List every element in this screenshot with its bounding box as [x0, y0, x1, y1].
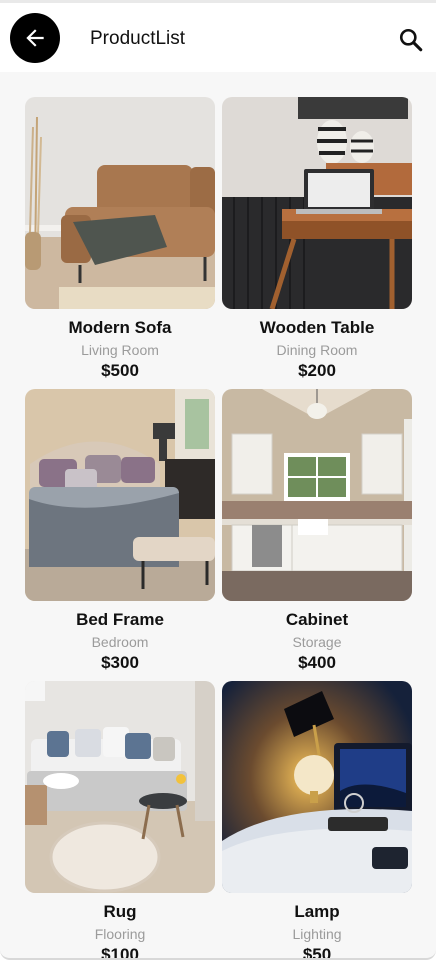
product-price: $300 — [101, 653, 139, 672]
product-card-modern-sofa[interactable]: Modern Sofa Living Room $500 — [25, 97, 215, 381]
product-card-wooden-table[interactable]: Wooden Table Dining Room $200 — [222, 97, 412, 381]
product-category: Lighting — [292, 926, 342, 942]
product-category: Dining Room — [276, 342, 358, 358]
product-image — [25, 97, 215, 309]
product-price: $50 — [302, 945, 332, 960]
product-grid: Modern Sofa Living Room $500 Wooden Tabl… — [0, 72, 436, 960]
product-card-bed-frame[interactable]: Bed Frame Bedroom $300 — [25, 389, 215, 673]
arrow-left-icon — [26, 29, 44, 47]
product-category: Storage — [292, 634, 342, 650]
product-card-cabinet[interactable]: Cabinet Storage $400 — [222, 389, 412, 673]
product-image — [222, 97, 412, 309]
page-title: ProductList — [90, 28, 186, 49]
back-button[interactable] — [10, 13, 60, 63]
product-category: Living Room — [81, 342, 159, 358]
product-image — [222, 389, 412, 601]
product-image — [222, 681, 412, 893]
product-name: Modern Sofa — [68, 318, 172, 337]
product-card-lamp[interactable]: Lamp Lighting $50 — [222, 681, 412, 960]
product-category: Bedroom — [91, 634, 149, 650]
search-button[interactable] — [398, 27, 424, 53]
search-icon — [399, 28, 423, 52]
product-name: Wooden Table — [259, 318, 375, 337]
product-image — [25, 681, 215, 893]
product-name: Cabinet — [285, 610, 349, 629]
product-name: Bed Frame — [76, 610, 164, 629]
product-price: $400 — [298, 653, 336, 672]
product-card-rug[interactable]: Rug Flooring $100 — [25, 681, 215, 960]
product-price: $200 — [298, 361, 336, 380]
product-name: Lamp — [294, 902, 340, 921]
product-name: Rug — [103, 902, 137, 921]
product-image — [25, 389, 215, 601]
product-category: Flooring — [94, 926, 146, 942]
top-app-bar: ProductList — [0, 0, 436, 72]
product-price: $100 — [101, 945, 139, 960]
product-price: $500 — [101, 361, 139, 380]
